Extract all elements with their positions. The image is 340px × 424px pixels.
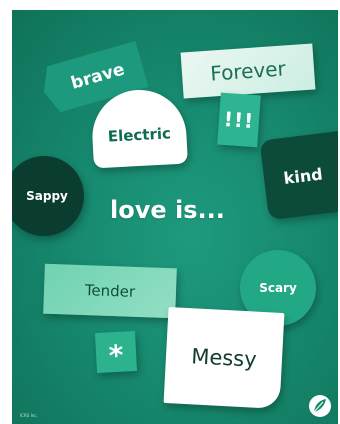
- word-brave: brave: [68, 59, 127, 94]
- word-scary: Scary: [259, 281, 297, 295]
- love-is-poster: brave Forever Electric !!! kind Sappy lo…: [12, 10, 338, 424]
- leaf-logo-icon: [309, 395, 331, 417]
- word-note-messy: Messy: [163, 307, 285, 409]
- word-electric: Electric: [107, 124, 172, 146]
- word-bubble-electric: Electric: [90, 87, 188, 169]
- word-card-forever: Forever: [180, 43, 316, 99]
- word-messy: Messy: [190, 344, 258, 372]
- word-kind: kind: [282, 163, 324, 188]
- poster-headline: love is...: [110, 196, 225, 224]
- footer-credit: ICRS Inc.: [20, 413, 38, 418]
- word-sappy: Sappy: [26, 189, 68, 203]
- word-forever: Forever: [209, 56, 287, 86]
- word-exclaim: !!!: [223, 106, 255, 134]
- word-tag-exclaim: !!!: [217, 92, 261, 148]
- word-card-kind: kind: [259, 129, 338, 221]
- word-card-tender: Tender: [43, 263, 177, 319]
- asterisk-symbol: *: [108, 338, 125, 373]
- word-circle-sappy: Sappy: [12, 156, 84, 236]
- word-tag-asterisk: *: [94, 330, 138, 374]
- word-tender: Tender: [84, 281, 136, 301]
